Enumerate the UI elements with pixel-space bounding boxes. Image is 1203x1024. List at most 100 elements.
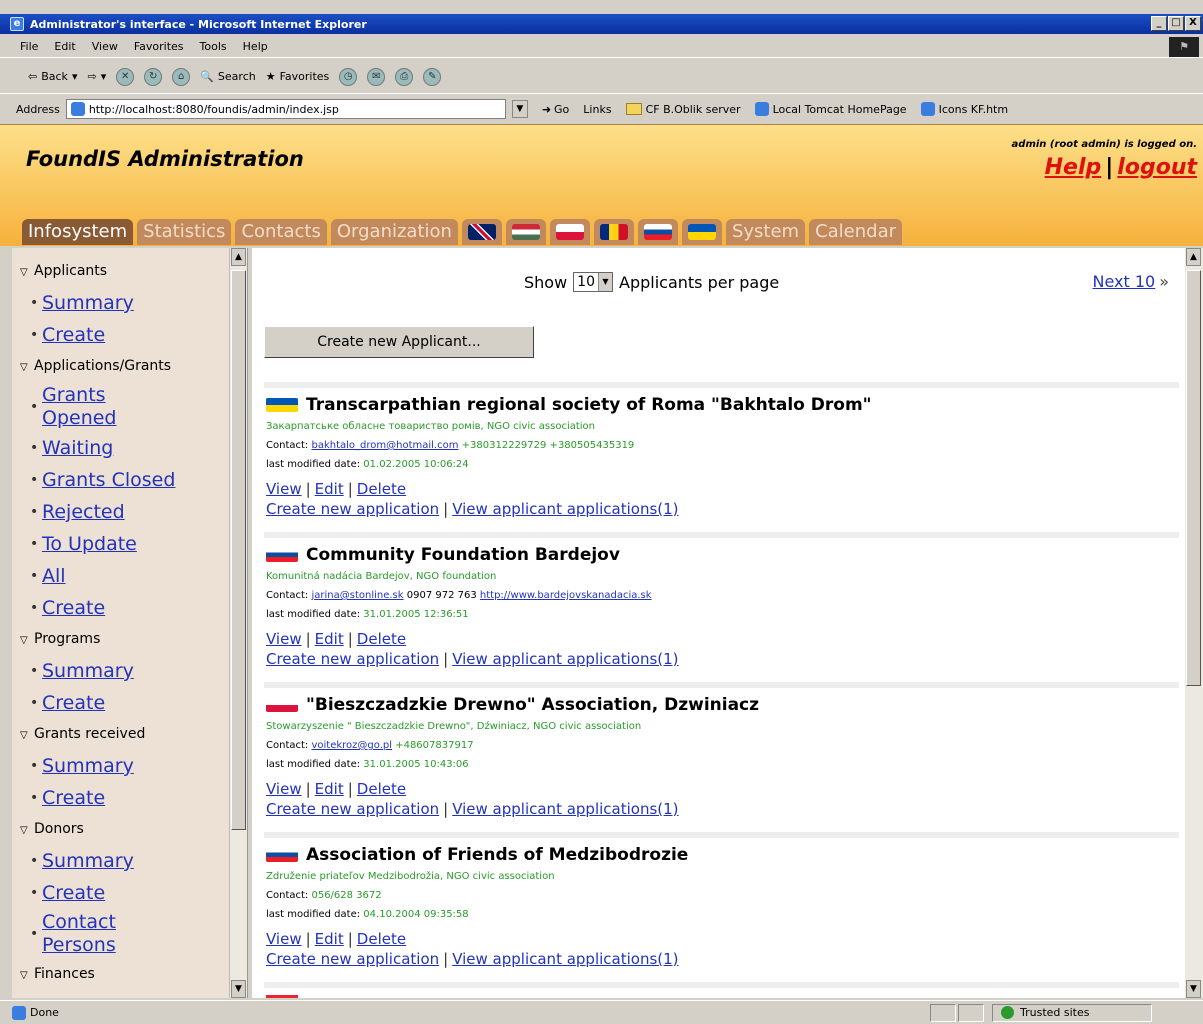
refresh-icon[interactable]: ↻ [144,67,163,86]
scroll-up-icon[interactable]: ▲ [1186,248,1201,266]
menu-view[interactable]: View [92,40,118,53]
tab-infosystem[interactable]: Infosystem [22,219,134,245]
sidebar-link[interactable]: Summary [42,755,134,777]
logout-link[interactable]: logout [1117,155,1197,180]
tab-flag-pl[interactable] [549,219,590,245]
view-applications-link[interactable]: View applicant applications(1) [452,650,678,668]
history-icon[interactable]: ◷ [339,67,358,86]
view-link[interactable]: View [266,480,302,498]
sidebar-link[interactable]: Create [42,324,105,346]
sidebar-link[interactable]: Contact Persons [42,911,132,957]
per-page-select[interactable]: 10 ▼ [573,272,613,292]
create-applicant-button[interactable]: Create new Applicant... [264,326,534,358]
tab-contacts[interactable]: Contacts [235,219,327,245]
address-dropdown-icon[interactable]: ▼ [511,100,528,118]
close-button[interactable]: X [1185,16,1201,31]
help-link[interactable]: Help [1045,155,1102,180]
tab-calendar[interactable]: Calendar [809,219,903,245]
sidebar-link[interactable]: Create [42,692,105,714]
edit-link[interactable]: Edit [315,480,344,498]
menu-edit[interactable]: Edit [54,40,75,53]
go-button[interactable]: ➜ Go [534,103,577,116]
tab-system[interactable]: System [725,219,806,245]
view-link[interactable]: View [266,930,302,948]
tab-flag-ro[interactable] [593,219,634,245]
view-applications-link[interactable]: View applicant applications(1) [452,800,678,818]
view-link[interactable]: View [266,630,302,648]
tab-flag-ua[interactable] [681,219,722,245]
separator: | [443,500,449,518]
create-application-link[interactable]: Create new application [266,950,439,968]
link-cf-oblik[interactable]: CF B.Oblik server [625,103,741,116]
maximize-button[interactable]: □ [1168,16,1184,31]
status-left: Done [0,1005,930,1020]
tab-flag-sk[interactable] [637,219,678,245]
forward-button[interactable]: ⇨ ▾ [87,70,106,83]
sidebar-link[interactable]: Create [42,882,105,904]
view-link[interactable]: View [266,780,302,798]
sidebar-section-applicants[interactable]: ▽ Applicants [20,256,230,287]
delete-link[interactable]: Delete [357,780,406,798]
sidebar-link[interactable]: Waiting [42,437,113,459]
tab-organization[interactable]: Organization [330,219,458,245]
scroll-up-icon[interactable]: ▲ [231,248,246,266]
back-button[interactable]: ⇦ Back ▾ [28,70,77,83]
sidebar-link[interactable]: Create [42,787,105,809]
menu-file[interactable]: File [20,40,38,53]
menu-favorites[interactable]: Favorites [134,40,184,53]
tab-flag-hu[interactable] [505,219,546,245]
create-application-link[interactable]: Create new application [266,650,439,668]
sidebar-link[interactable]: Create [42,597,105,619]
create-application-link[interactable]: Create new application [266,800,439,818]
edit-link[interactable]: Edit [315,630,344,648]
stop-icon[interactable]: ✕ [116,67,135,86]
minimize-button[interactable]: _ [1151,16,1167,31]
sidebar-link[interactable]: Grants Opened [42,384,132,430]
create-application-link[interactable]: Create new application [266,500,439,518]
mail-icon[interactable]: ✉ [367,67,386,86]
scrollbar-thumb[interactable] [1186,270,1201,686]
sidebar-section-grants-received[interactable]: ▽ Grants received [20,719,230,750]
tab-statistics[interactable]: Statistics [137,219,232,245]
sidebar-link[interactable]: Summary [42,660,134,682]
main-scrollbar[interactable]: ▲ ▼ [1185,248,1203,998]
contact-web-link[interactable]: http://www.bardejovskanadacia.sk [480,590,652,601]
tab-flag-uk[interactable] [461,219,502,245]
scroll-down-icon[interactable]: ▼ [231,980,246,998]
sidebar-link[interactable]: All [42,565,66,587]
sidebar-section-finances[interactable]: ▽ Finances [20,959,230,990]
sidebar-link[interactable]: Rejected [42,501,125,523]
scroll-down-icon[interactable]: ▼ [1186,980,1201,998]
sidebar-link[interactable]: Grants Closed [42,469,175,491]
scrollbar-thumb[interactable] [231,270,246,830]
search-button[interactable]: 🔍 Search [200,70,256,83]
home-icon[interactable]: ⌂ [172,67,191,86]
edit-page-icon[interactable]: ✎ [423,67,442,86]
contact-email-link[interactable]: voitekroz@go.pl [311,740,392,751]
address-input[interactable]: http://localhost:8080/foundis/admin/inde… [65,99,506,119]
separator: | [443,950,449,968]
sidebar-section-applications[interactable]: ▽ Applications/Grants [20,351,230,382]
favorites-button[interactable]: ★ Favorites [266,70,330,83]
link-icons-kf[interactable]: Icons KF.htm [920,102,1008,116]
edit-link[interactable]: Edit [315,930,344,948]
delete-link[interactable]: Delete [357,480,406,498]
sidebar-section-donors[interactable]: ▽ Donors [20,814,230,845]
sidebar-section-programs[interactable]: ▽ Programs [20,624,230,655]
contact-email-link[interactable]: bakhtalo_drom@hotmail.com [311,440,458,451]
view-applications-link[interactable]: View applicant applications(1) [452,500,678,518]
view-applications-link[interactable]: View applicant applications(1) [452,950,678,968]
menu-tools[interactable]: Tools [200,40,227,53]
menu-help[interactable]: Help [243,40,268,53]
sidebar-link[interactable]: Summary [42,850,134,872]
sidebar-link[interactable]: Summary [42,292,134,314]
sidebar-link[interactable]: To Update [42,533,137,555]
delete-link[interactable]: Delete [357,630,406,648]
print-icon[interactable]: ⎙ [395,67,414,86]
sidebar-scrollbar[interactable]: ▲ ▼ [229,248,247,998]
contact-email-link[interactable]: jarina@stonline.sk [311,590,403,601]
link-tomcat[interactable]: Local Tomcat HomePage [754,102,907,116]
next-page-link[interactable]: Next 10 [1092,272,1155,291]
edit-link[interactable]: Edit [315,780,344,798]
delete-link[interactable]: Delete [357,930,406,948]
